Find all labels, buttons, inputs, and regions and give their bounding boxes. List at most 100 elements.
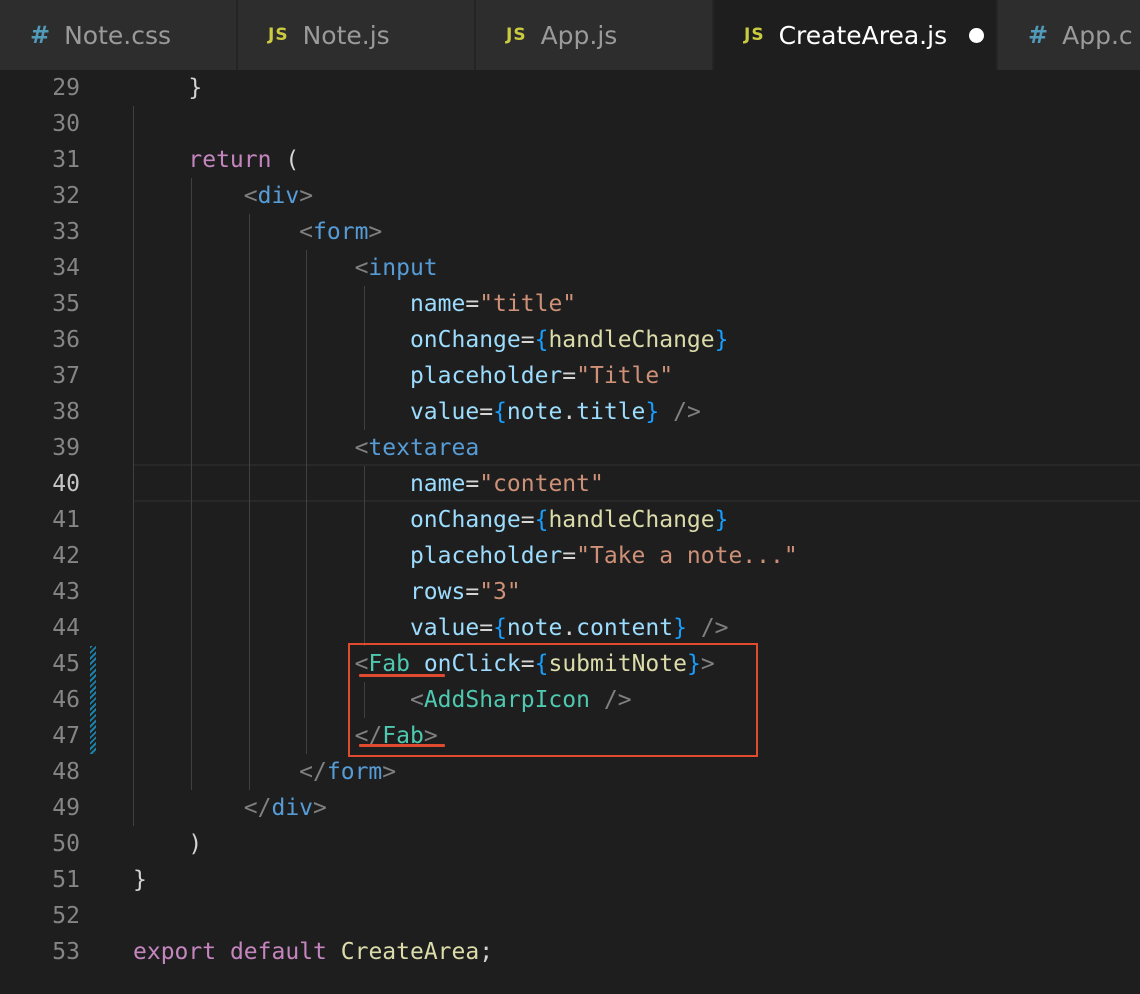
code-token: . bbox=[562, 615, 577, 641]
tab-label: Note.css bbox=[64, 20, 172, 50]
code-token: < bbox=[354, 435, 369, 461]
js-file-icon: JS bbox=[506, 25, 527, 45]
tab-createarea-js[interactable]: JS CreateArea.js bbox=[714, 0, 998, 70]
code-token: form bbox=[313, 219, 369, 245]
code-text: <div> bbox=[133, 178, 313, 214]
code-line[interactable]: 42 placeholder="Take a note..." bbox=[0, 538, 1140, 574]
code-line[interactable]: 37 placeholder="Title" bbox=[0, 358, 1140, 394]
code-token: < bbox=[299, 219, 314, 245]
unsaved-dot-icon[interactable] bbox=[969, 27, 985, 43]
line-number: 29 bbox=[52, 75, 80, 101]
code-token: = bbox=[562, 543, 577, 569]
code-text: rows="3" bbox=[133, 574, 521, 610]
code-line[interactable]: 31 return ( bbox=[0, 142, 1140, 178]
js-file-icon: JS bbox=[268, 25, 289, 45]
tab-note-css[interactable]: # Note.css bbox=[0, 0, 238, 70]
code-token: { bbox=[493, 615, 507, 641]
code-line[interactable]: 50 ) bbox=[0, 826, 1140, 862]
code-text: export default CreateArea; bbox=[133, 934, 493, 970]
line-number: 42 bbox=[52, 543, 80, 569]
code-token: < bbox=[243, 183, 258, 209]
code-token: name bbox=[409, 471, 466, 497]
code-line[interactable]: 33 <form> bbox=[0, 214, 1140, 250]
code-line[interactable]: 34 <input bbox=[0, 250, 1140, 286]
code-text: <form> bbox=[133, 214, 382, 250]
code-token: } bbox=[645, 399, 660, 425]
line-number: 53 bbox=[52, 939, 80, 965]
code-token: "title" bbox=[479, 291, 577, 317]
code-line[interactable]: 39 <textarea bbox=[0, 430, 1140, 466]
code-line[interactable]: 40 name="content" bbox=[0, 466, 1140, 502]
code-token: handleChange bbox=[548, 327, 715, 353]
tab-label: CreateArea.js bbox=[778, 20, 948, 50]
code-text: ) bbox=[133, 826, 202, 862]
code-text: onChange={handleChange} bbox=[133, 502, 729, 538]
code-text: placeholder="Take a note..." bbox=[133, 538, 798, 574]
code-line[interactable]: 43 rows="3" bbox=[0, 574, 1140, 610]
editor-tab-bar: # Note.css JS Note.js JS App.js JS CreateArea.j… bbox=[0, 0, 1140, 70]
code-text: value={note.title} /> bbox=[133, 394, 701, 430]
code-line[interactable]: 30 bbox=[0, 106, 1140, 142]
tab-note-js[interactable]: JS Note.js bbox=[238, 0, 476, 70]
annotation-underline bbox=[359, 674, 445, 677]
line-number: 34 bbox=[52, 255, 80, 281]
line-number: 40 bbox=[52, 471, 80, 497]
code-line[interactable]: 48 </form> bbox=[0, 754, 1140, 790]
code-line[interactable]: 49 </div> bbox=[0, 790, 1140, 826]
code-token: rows bbox=[409, 579, 466, 605]
tab-app-c[interactable]: # App.c bbox=[998, 0, 1140, 70]
code-token: form bbox=[326, 759, 383, 785]
code-token: = bbox=[479, 615, 494, 641]
line-number: 51 bbox=[52, 867, 80, 893]
code-line[interactable]: 53 export default CreateArea; bbox=[0, 934, 1140, 970]
code-token: } bbox=[133, 75, 203, 101]
line-number: 45 bbox=[52, 651, 80, 677]
code-token: CreateArea bbox=[340, 939, 480, 965]
code-text: value={note.content} /> bbox=[133, 610, 729, 646]
code-line[interactable]: 35 name="title" bbox=[0, 286, 1140, 322]
code-text: </div> bbox=[133, 790, 327, 826]
line-number: 41 bbox=[52, 507, 80, 533]
code-editor[interactable]: 29 } 30 31 return (32 <div> 33 <form> 34 <in… bbox=[0, 70, 1140, 994]
tab-label: App.c bbox=[1062, 20, 1133, 50]
line-number: 52 bbox=[52, 903, 80, 929]
code-line[interactable]: 29 } bbox=[0, 70, 1140, 106]
code-token: default bbox=[229, 939, 327, 965]
code-token: "3" bbox=[479, 579, 521, 605]
code-token: > bbox=[368, 219, 383, 245]
code-text: placeholder="Title" bbox=[133, 358, 673, 394]
code-line[interactable]: 51} bbox=[0, 862, 1140, 898]
tab-app-js[interactable]: JS App.js bbox=[476, 0, 714, 70]
code-token: > bbox=[299, 183, 314, 209]
code-line[interactable]: 38 value={note.title} /> bbox=[0, 394, 1140, 430]
code-token: } bbox=[714, 327, 729, 353]
code-token: onChange bbox=[409, 327, 521, 353]
annotation-highlight-box bbox=[348, 643, 758, 757]
code-line[interactable]: 32 <div> bbox=[0, 178, 1140, 214]
line-number: 50 bbox=[52, 831, 80, 857]
code-token: ( bbox=[271, 147, 300, 173]
line-number: 46 bbox=[52, 687, 80, 713]
code-token: "Take a note..." bbox=[576, 543, 798, 569]
code-token: name bbox=[409, 291, 466, 317]
code-line[interactable]: 41 onChange={handleChange} bbox=[0, 502, 1140, 538]
code-token: = bbox=[465, 579, 480, 605]
code-line[interactable]: 44 value={note.content} /> bbox=[0, 610, 1140, 646]
code-line[interactable]: 52 bbox=[0, 898, 1140, 934]
code-line[interactable]: 36 onChange={handleChange} bbox=[0, 322, 1140, 358]
code-token: } bbox=[714, 507, 729, 533]
code-token: div bbox=[271, 795, 314, 821]
code-token: placeholder bbox=[409, 543, 563, 569]
